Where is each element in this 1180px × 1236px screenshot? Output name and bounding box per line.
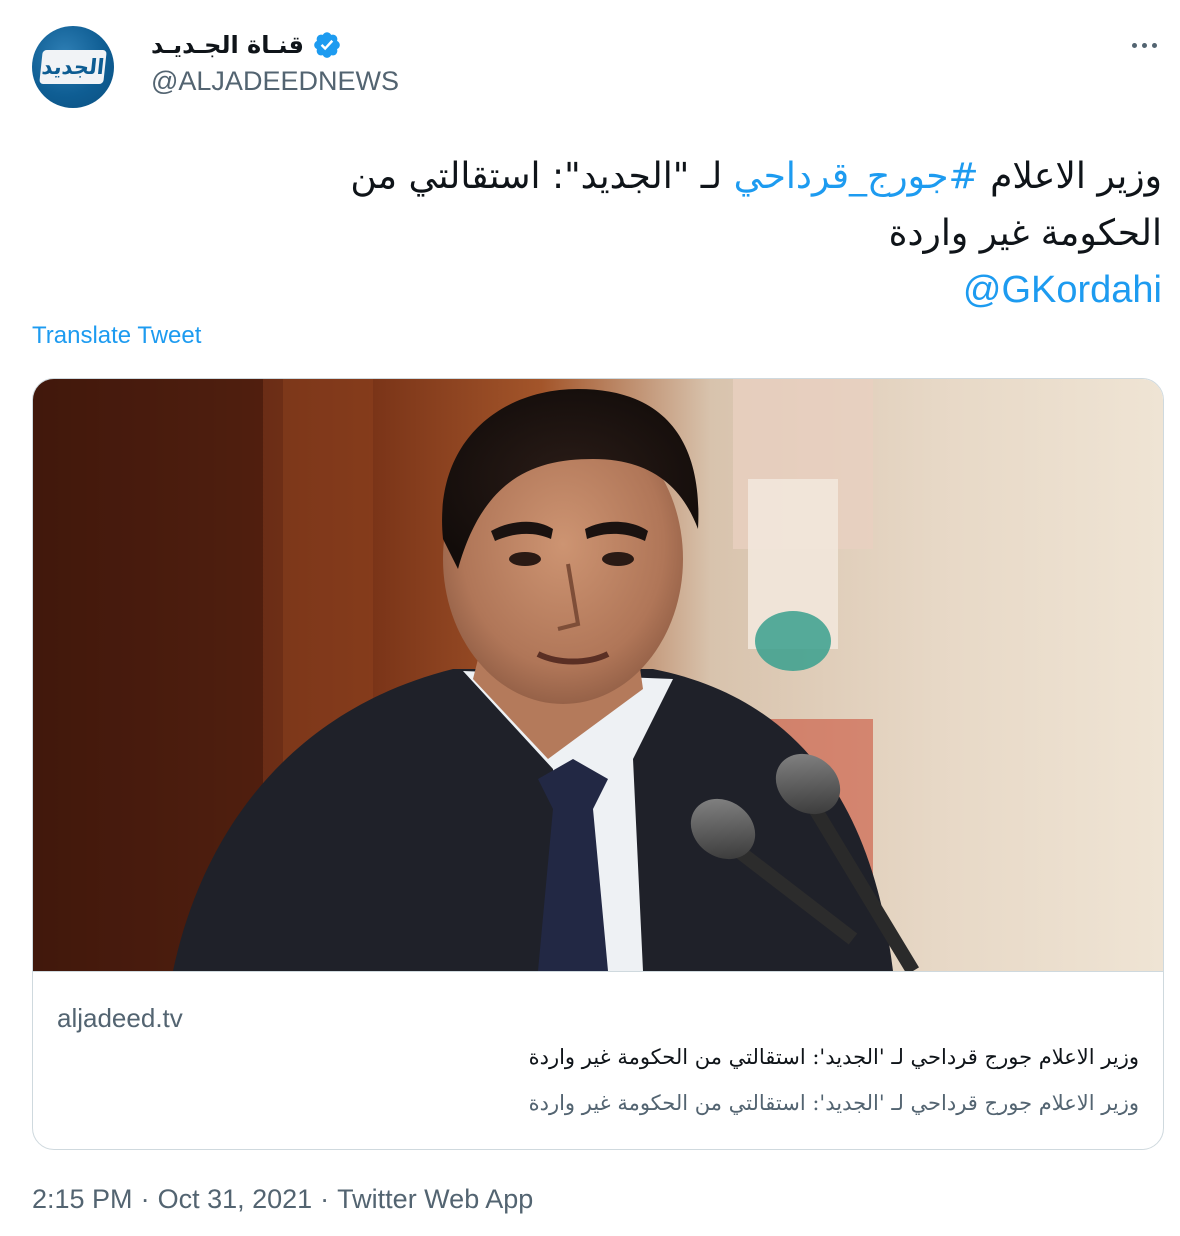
more-dot: [1151, 42, 1157, 48]
meta-separator: ·: [140, 1184, 150, 1214]
card-photo: [33, 379, 1163, 971]
avatar[interactable]: الجديد: [32, 26, 114, 108]
hashtag-link[interactable]: #جورج_قرداحي: [734, 156, 979, 197]
link-card[interactable]: aljadeed.tv وزير الاعلام جورج قرداحي لـ …: [32, 378, 1164, 1150]
mention-link[interactable]: @GKordahi: [963, 269, 1162, 311]
more-dot: [1141, 42, 1147, 48]
display-name: قنـاة الجـديـد: [151, 31, 304, 59]
verified-badge-icon: [312, 30, 342, 60]
author-name-link[interactable]: قنـاة الجـديـد: [151, 26, 342, 64]
tweet-date[interactable]: Oct 31, 2021: [158, 1184, 313, 1215]
card-domain: aljadeed.tv: [57, 1003, 183, 1033]
author-handle[interactable]: @ALJADEEDNEWS: [151, 66, 399, 97]
tweet-line-3: @GKordahi: [42, 262, 1162, 319]
meta-separator: ·: [320, 1184, 330, 1214]
card-image: [33, 379, 1163, 972]
tweet-text-part: لـ "الجديد": استقالتي من: [350, 156, 734, 197]
tweet-line-1: وزير الاعلام #جورج_قرداحي لـ "الجديد": ا…: [42, 148, 1162, 205]
tweet-source[interactable]: Twitter Web App: [337, 1184, 533, 1215]
tweet-text: وزير الاعلام #جورج_قرداحي لـ "الجديد": ا…: [42, 148, 1162, 319]
tweet-meta: 2:15 PM · Oct 31, 2021 · Twitter Web App: [32, 1184, 533, 1215]
more-dot: [1131, 42, 1137, 48]
tweet-line-2: الحكومة غير واردة: [888, 213, 1162, 254]
more-options-icon[interactable]: [1122, 30, 1166, 60]
translate-tweet-link[interactable]: Translate Tweet: [32, 322, 201, 350]
tweet-time[interactable]: 2:15 PM: [32, 1184, 133, 1215]
card-description: وزير الاعلام جورج قرداحي لـ 'الجديد': اس…: [528, 1091, 1139, 1115]
avatar-logo: الجديد: [39, 50, 107, 84]
card-title: وزير الاعلام جورج قرداحي لـ 'الجديد': اس…: [528, 1045, 1139, 1069]
tweet-text-part: وزير الاعلام: [978, 156, 1162, 197]
avatar-logo-text: الجديد: [40, 55, 106, 79]
